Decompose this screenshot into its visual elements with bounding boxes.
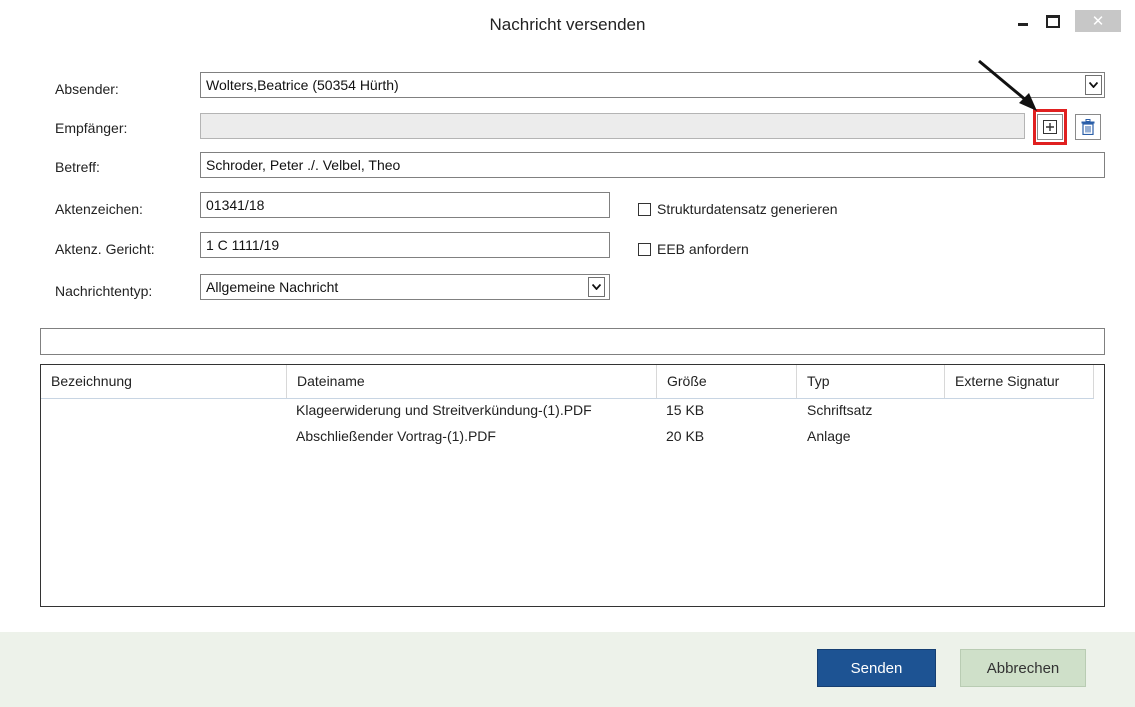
row-typ: Anlage: [807, 428, 851, 444]
cancel-button[interactable]: Abbrechen: [960, 649, 1086, 687]
nachrichtentyp-label: Nachrichtentyp:: [55, 283, 153, 299]
eeb-checkbox-box[interactable]: [638, 242, 651, 256]
aktenzeichen-label: Aktenzeichen:: [55, 201, 143, 217]
table-header: Bezeichnung Dateiname Größe Typ Externe …: [41, 365, 1094, 399]
column-header-bezeichnung[interactable]: Bezeichnung: [41, 365, 287, 398]
row-dateiname: Abschließender Vortrag-(1).PDF: [296, 428, 496, 444]
title-bar: Nachricht versenden ✕: [0, 0, 1135, 50]
absender-value: Wolters,Beatrice (50354 Hürth): [206, 77, 399, 93]
aktenz-gericht-value: 1 C 1111/19: [206, 237, 280, 253]
strukturdatensatz-checkbox[interactable]: Strukturdatensatz generieren: [638, 201, 838, 217]
aktenzeichen-input[interactable]: 01341/18: [200, 192, 610, 218]
eeb-checkbox[interactable]: EEB anfordern: [638, 241, 749, 257]
minimize-button[interactable]: [1008, 10, 1038, 32]
column-header-externe-signatur[interactable]: Externe Signatur: [945, 365, 1094, 398]
send-button[interactable]: Senden: [817, 649, 936, 687]
aktenz-gericht-label: Aktenz. Gericht:: [55, 241, 155, 257]
aktenzeichen-value: 01341/18: [206, 197, 265, 213]
betreff-label: Betreff:: [55, 159, 100, 175]
eeb-label: EEB anfordern: [657, 241, 749, 257]
delete-recipient-button[interactable]: [1075, 114, 1101, 140]
empfaenger-field: [200, 113, 1025, 139]
absender-label: Absender:: [55, 81, 119, 97]
maximize-button[interactable]: [1038, 10, 1068, 32]
nachrichtentyp-dropdown-button[interactable]: [588, 277, 605, 297]
row-groesse: 15 KB: [666, 402, 705, 418]
column-header-typ[interactable]: Typ: [797, 365, 945, 398]
chevron-down-icon: [1089, 82, 1098, 88]
column-header-groesse[interactable]: Größe: [657, 365, 797, 398]
attachments-table[interactable]: Bezeichnung Dateiname Größe Typ Externe …: [40, 364, 1105, 607]
strukturdatensatz-checkbox-box[interactable]: [638, 202, 651, 216]
row-dateiname: Klageerwiderung und Streitverkündung-(1)…: [296, 402, 592, 418]
absender-select[interactable]: Wolters,Beatrice (50354 Hürth): [200, 72, 1105, 98]
window-title: Nachricht versenden: [489, 15, 646, 34]
info-bar: [40, 328, 1105, 355]
row-groesse: 20 KB: [666, 428, 705, 444]
row-typ: Schriftsatz: [807, 402, 873, 418]
close-button[interactable]: ✕: [1075, 10, 1121, 32]
column-header-dateiname[interactable]: Dateiname: [287, 365, 657, 398]
maximize-icon: [1046, 14, 1060, 28]
chevron-down-icon: [592, 284, 601, 290]
nachrichtentyp-select[interactable]: Allgemeine Nachricht: [200, 274, 610, 300]
trash-icon: [1081, 119, 1095, 135]
betreff-input[interactable]: Schroder, Peter ./. Velbel, Theo: [200, 152, 1105, 178]
nachrichtentyp-value: Allgemeine Nachricht: [206, 279, 339, 295]
close-icon: ✕: [1091, 13, 1105, 30]
absender-dropdown-button[interactable]: [1085, 75, 1102, 95]
strukturdatensatz-label: Strukturdatensatz generieren: [657, 201, 838, 217]
aktenz-gericht-input[interactable]: 1 C 1111/19: [200, 232, 610, 258]
minimize-icon: [1018, 22, 1028, 26]
empfaenger-label: Empfänger:: [55, 120, 128, 136]
arrow-icon: [978, 59, 1037, 111]
betreff-value: Schroder, Peter ./. Velbel, Theo: [206, 157, 401, 173]
